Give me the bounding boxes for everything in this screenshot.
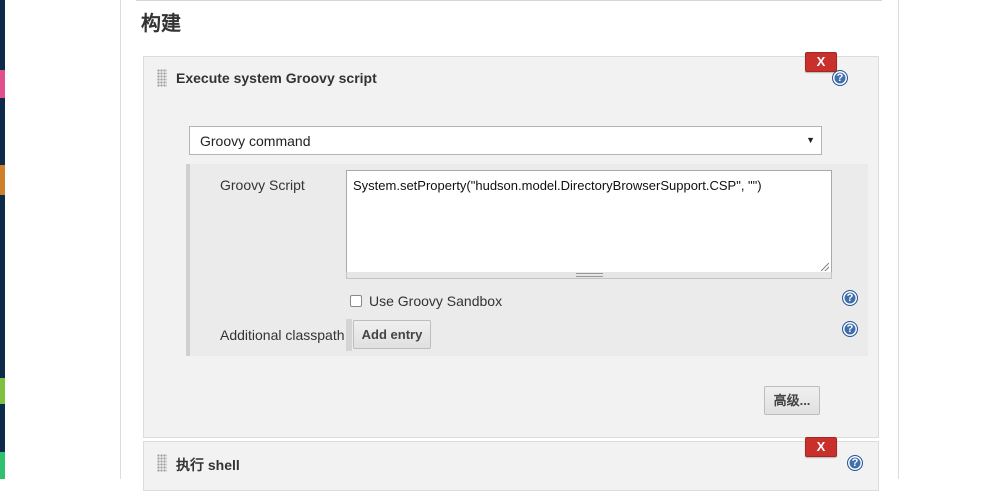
drag-handle-icon[interactable]: [157, 454, 167, 472]
groovy-script-textarea[interactable]: System.setProperty("hudson.model.Directo…: [346, 170, 832, 274]
step-title: Execute system Groovy script: [176, 70, 377, 86]
classpath-entries-container: [346, 319, 352, 351]
command-type-select[interactable]: Groovy command ▼: [189, 126, 822, 155]
step-title: 执行 shell: [176, 457, 240, 473]
advanced-button[interactable]: 高级...: [764, 386, 820, 415]
left-window-mark: [0, 165, 5, 195]
delete-step-button[interactable]: X: [805, 52, 837, 72]
groovy-script-label: Groovy Script: [220, 177, 305, 193]
help-icon[interactable]: ?: [842, 321, 858, 337]
drag-handle-icon[interactable]: [157, 69, 167, 87]
use-groovy-sandbox-label[interactable]: Use Groovy Sandbox: [369, 293, 502, 309]
additional-classpath-label: Additional classpath: [220, 327, 345, 343]
help-icon[interactable]: ?: [842, 290, 858, 306]
textarea-resize-icon[interactable]: [821, 263, 829, 271]
top-divider: [136, 0, 882, 1]
delete-step-button[interactable]: X: [805, 437, 837, 457]
left-window-mark: [0, 70, 5, 98]
build-step-shell: [143, 441, 879, 491]
textarea-grab-bar[interactable]: [346, 272, 832, 279]
add-entry-button[interactable]: Add entry: [353, 320, 431, 349]
command-type-value: Groovy command: [200, 133, 311, 149]
left-window-mark: [0, 378, 5, 404]
section-title: 构建: [141, 13, 181, 35]
left-window-mark: [0, 452, 5, 479]
help-icon[interactable]: ?: [832, 70, 848, 86]
dropdown-arrow-icon: ▼: [806, 135, 815, 145]
use-groovy-sandbox-checkbox[interactable]: [350, 295, 362, 307]
help-icon[interactable]: ?: [847, 455, 863, 471]
